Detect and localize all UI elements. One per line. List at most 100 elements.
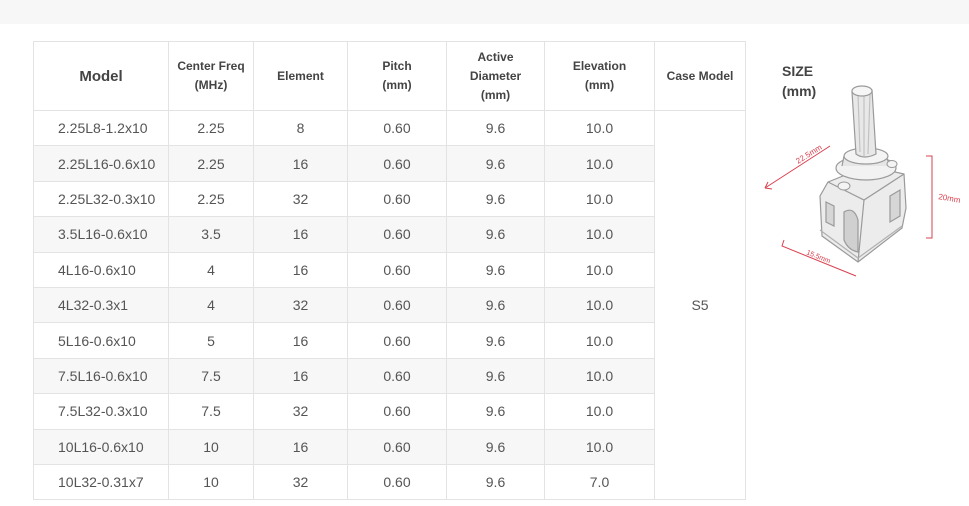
cell-model: 2.25L16-0.6x10 bbox=[33, 145, 169, 182]
header-element: Element bbox=[253, 41, 348, 111]
header-elevation-unit: (mm) bbox=[584, 78, 615, 92]
cell-active-diameter: 9.6 bbox=[446, 322, 545, 359]
cell-elevation: 10.0 bbox=[544, 428, 655, 465]
header-elevation: Elevation (mm) bbox=[544, 41, 655, 111]
cell-element: 16 bbox=[253, 322, 348, 359]
top-band bbox=[0, 0, 969, 24]
header-active-diameter-label-2: Diameter bbox=[469, 68, 522, 83]
header-elevation-label: Elevation bbox=[572, 59, 627, 73]
cell-center-freq: 10 bbox=[168, 428, 254, 465]
cell-center-freq: 3.5 bbox=[168, 216, 254, 253]
cell-active-diameter: 9.6 bbox=[446, 357, 545, 395]
cell-elevation: 10.0 bbox=[544, 251, 655, 288]
cell-elevation: 10.0 bbox=[544, 180, 655, 218]
cell-pitch: 0.60 bbox=[347, 393, 447, 430]
cell-pitch: 0.60 bbox=[347, 145, 447, 182]
cell-pitch: 0.60 bbox=[347, 180, 447, 218]
cell-active-diameter: 9.6 bbox=[446, 145, 545, 182]
cell-element: 32 bbox=[253, 393, 348, 430]
header-case-model: Case Model bbox=[654, 41, 746, 111]
cell-element: 32 bbox=[253, 180, 348, 218]
table-row: 10L16-0.6x10 10 16 0.60 9.6 10.0 bbox=[33, 428, 746, 465]
header-center-freq-label: Center Freq bbox=[177, 59, 245, 73]
header-model: Model bbox=[33, 41, 169, 111]
cell-element: 16 bbox=[253, 145, 348, 182]
cell-center-freq: 4 bbox=[168, 251, 254, 288]
header-active-diameter-unit: (mm) bbox=[480, 87, 511, 102]
dimension-length: 22.5mm bbox=[764, 143, 831, 190]
cell-element: 16 bbox=[253, 216, 348, 253]
probe-size-diagram: 22.5mm 20mm 15.5mm bbox=[764, 85, 960, 277]
dimension-height: 20mm bbox=[926, 155, 960, 239]
header-pitch-unit: (mm) bbox=[382, 78, 412, 92]
cell-element: 8 bbox=[253, 109, 348, 147]
table-row: 7.5L16-0.6x10 7.5 16 0.60 9.6 10.0 bbox=[33, 357, 746, 395]
cell-model: 2.25L8-1.2x10 bbox=[33, 109, 169, 147]
cell-elevation: 10.0 bbox=[544, 393, 655, 430]
cell-active-diameter: 9.6 bbox=[446, 180, 545, 218]
cell-model: 3.5L16-0.6x10 bbox=[33, 216, 169, 253]
dimension-height-label: 20mm bbox=[938, 192, 960, 205]
header-active-diameter-label-1: Active bbox=[477, 49, 514, 64]
cell-pitch: 0.60 bbox=[347, 216, 447, 253]
cell-model: 4L16-0.6x10 bbox=[33, 251, 169, 288]
cell-active-diameter: 9.6 bbox=[446, 428, 545, 465]
dimension-length-label: 22.5mm bbox=[794, 143, 824, 166]
header-pitch: Pitch (mm) bbox=[347, 41, 447, 111]
cell-active-diameter: 9.6 bbox=[446, 216, 545, 253]
cell-pitch: 0.60 bbox=[347, 322, 447, 359]
cell-center-freq: 2.25 bbox=[168, 109, 254, 147]
cell-element: 16 bbox=[253, 251, 348, 288]
cell-center-freq: 2.25 bbox=[168, 180, 254, 218]
table-row: 2.25L32-0.3x10 2.25 32 0.60 9.6 10.0 bbox=[33, 180, 746, 218]
cell-center-freq: 2.25 bbox=[168, 145, 254, 182]
header-center-freq-unit: (MHz) bbox=[194, 78, 228, 92]
cell-pitch: 0.60 bbox=[347, 428, 447, 465]
table-row: 3.5L16-0.6x10 3.5 16 0.60 9.6 10.0 bbox=[33, 216, 746, 253]
cell-pitch: 0.60 bbox=[347, 251, 447, 288]
cell-model: 7.5L32-0.3x10 bbox=[33, 393, 169, 430]
cell-model: 10L16-0.6x10 bbox=[33, 428, 169, 465]
table-row: 10L32-0.31x7 10 32 0.60 9.6 7.0 bbox=[33, 463, 746, 501]
spec-table: Model Center Freq (MHz) Element Pitch (m… bbox=[33, 41, 746, 501]
table-row: 4L32-0.3x1 4 32 0.60 9.6 10.0 bbox=[33, 286, 746, 324]
cell-model: 2.25L32-0.3x10 bbox=[33, 180, 169, 218]
cell-model: 4L32-0.3x1 bbox=[33, 286, 169, 324]
cell-case-model: S5 bbox=[654, 109, 746, 501]
cell-elevation: 10.0 bbox=[544, 145, 655, 182]
cell-model: 7.5L16-0.6x10 bbox=[33, 357, 169, 395]
header-center-freq: Center Freq (MHz) bbox=[168, 41, 254, 111]
cell-pitch: 0.60 bbox=[347, 357, 447, 395]
cell-elevation: 10.0 bbox=[544, 357, 655, 395]
table-row: 4L16-0.6x10 4 16 0.60 9.6 10.0 bbox=[33, 251, 746, 288]
cell-center-freq: 4 bbox=[168, 286, 254, 324]
table-header-row: Model Center Freq (MHz) Element Pitch (m… bbox=[33, 41, 746, 111]
size-title-label: SIZE bbox=[782, 63, 814, 79]
cell-elevation: 7.0 bbox=[544, 463, 655, 501]
header-pitch-label: Pitch bbox=[382, 59, 412, 73]
cell-active-diameter: 9.6 bbox=[446, 393, 545, 430]
cell-active-diameter: 9.6 bbox=[446, 251, 545, 288]
table-row: 7.5L32-0.3x10 7.5 32 0.60 9.6 10.0 bbox=[33, 393, 746, 430]
cell-pitch: 0.60 bbox=[347, 463, 447, 501]
cell-elevation: 10.0 bbox=[544, 286, 655, 324]
cell-element: 16 bbox=[253, 428, 348, 465]
cell-pitch: 0.60 bbox=[347, 286, 447, 324]
header-active-diameter: Active Diameter (mm) bbox=[446, 41, 545, 111]
cell-active-diameter: 9.6 bbox=[446, 109, 545, 147]
cell-element: 16 bbox=[253, 357, 348, 395]
cell-element: 32 bbox=[253, 286, 348, 324]
cell-active-diameter: 9.6 bbox=[446, 286, 545, 324]
table-row: 5L16-0.6x10 5 16 0.60 9.6 10.0 bbox=[33, 322, 746, 359]
cell-center-freq: 7.5 bbox=[168, 357, 254, 395]
table-row: 2.25L8-1.2x10 2.25 8 0.60 9.6 10.0 S5 bbox=[33, 109, 746, 501]
probe-cable bbox=[851, 85, 877, 158]
table-row: 2.25L16-0.6x10 2.25 16 0.60 9.6 10.0 bbox=[33, 145, 746, 182]
cell-center-freq: 5 bbox=[168, 322, 254, 359]
cell-center-freq: 7.5 bbox=[168, 393, 254, 430]
cell-center-freq: 10 bbox=[168, 463, 254, 501]
cell-elevation: 10.0 bbox=[544, 216, 655, 253]
cell-elevation: 10.0 bbox=[544, 109, 655, 147]
cell-model: 5L16-0.6x10 bbox=[33, 322, 169, 359]
cell-model: 10L32-0.31x7 bbox=[33, 463, 169, 501]
